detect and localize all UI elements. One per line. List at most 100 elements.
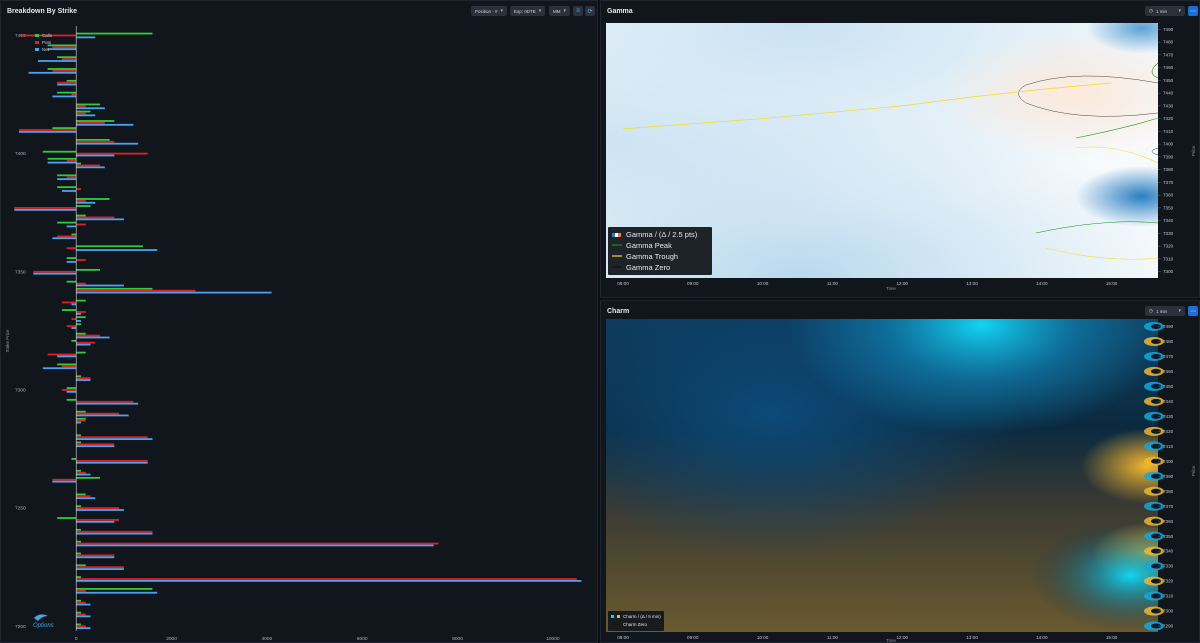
charm-panel: Charm ◷ 1 min ▾ ⋯ 7490 7480 7470 7460 74…: [600, 300, 1200, 643]
legend-label-trough: Gamma Trough: [626, 252, 678, 261]
bar-net: [61, 190, 77, 192]
bar-net: [76, 421, 81, 424]
bar-calls: [76, 245, 143, 248]
bar-calls: [57, 363, 77, 366]
bar-net: [57, 355, 77, 358]
bar-calls: [76, 441, 81, 444]
bar-calls: [76, 599, 81, 602]
y-tick-label: 7300: [1163, 269, 1174, 274]
bar-puts: [76, 459, 148, 462]
y-tick-label: 7320: [1163, 244, 1174, 249]
bar-puts: [76, 377, 91, 380]
bar-net: [71, 303, 77, 306]
bar-net: [33, 272, 77, 275]
bar-net: [57, 178, 77, 181]
bar-net: [52, 237, 77, 240]
bar-puts: [76, 542, 439, 545]
bar-net: [76, 473, 91, 476]
bar-puts: [76, 121, 105, 124]
x-tick-label: 14:00: [1036, 281, 1048, 286]
y-tick-label: 7330: [1163, 564, 1174, 569]
bar-net: [47, 48, 77, 51]
bar-calls: [76, 417, 86, 420]
bar-net: [76, 627, 91, 630]
bar-net: [52, 95, 77, 98]
legend-swatch-calls: [35, 34, 39, 37]
x-tick-label: 8000: [452, 636, 463, 642]
bar-calls: [47, 44, 77, 47]
bar-calls: [76, 332, 86, 335]
bar-calls: [76, 351, 86, 354]
y-tick-label: 7360: [1163, 193, 1174, 198]
bar-puts: [76, 436, 148, 439]
bar-puts: [14, 207, 77, 209]
bar-puts: [76, 578, 577, 580]
bar-calls: [76, 528, 81, 531]
bar-net: [76, 291, 272, 294]
bar-calls: [76, 198, 110, 200]
bar-calls: [76, 623, 81, 626]
bar-calls: [66, 387, 77, 389]
logo-text: Options: [33, 623, 54, 629]
bar-net: [76, 166, 105, 169]
bar-puts: [76, 140, 115, 143]
bar-calls: [47, 157, 77, 160]
y-tick-label: 7460: [1163, 369, 1174, 374]
bar-net: [76, 520, 115, 523]
y-tick-label: 7470: [1163, 52, 1174, 57]
bar-puts: [52, 478, 77, 481]
y-tick-label: 7310: [1163, 256, 1174, 261]
bar-net: [76, 509, 124, 511]
x-tick-label: 14:00: [1036, 635, 1048, 640]
bar-calls: [76, 316, 86, 319]
bar-net: [76, 445, 115, 448]
x-tick-label: 08:00: [617, 281, 629, 286]
bar-puts: [19, 129, 77, 131]
y-tick-label: 7360: [1163, 519, 1174, 524]
y-tick-label: 7340: [1163, 549, 1174, 554]
bar-net: [76, 556, 115, 559]
x-tick-label: 11:00: [827, 281, 839, 286]
x-axis-label: Time: [886, 638, 896, 643]
bar-calls: [76, 588, 153, 590]
bar-calls: [76, 375, 81, 378]
bar-calls: [76, 162, 81, 165]
bar-calls: [76, 434, 81, 437]
legend-label-charm-zero: Charm Zero: [623, 622, 648, 627]
bar-calls: [57, 91, 77, 94]
bar-net: [76, 154, 115, 157]
bar-net: [76, 218, 124, 221]
x-tick-label: 13:00: [966, 281, 978, 286]
y-tick-label: 7430: [1163, 103, 1174, 108]
gamma-legend: Gamma / (Δ / 2.5 pts) Gamma Peak Gamma T…: [608, 227, 712, 275]
bar-calls: [57, 186, 77, 189]
dashboard: Breakdown By Strike Position - # ▾ Exp: …: [0, 0, 1200, 643]
bar-net: [28, 71, 77, 74]
bar-puts: [47, 353, 77, 356]
bar-calls: [57, 221, 77, 224]
y-tick-label: 7400: [1163, 459, 1174, 464]
y-tick-label: 7400: [15, 151, 26, 157]
bar-puts: [76, 223, 86, 226]
bar-puts: [52, 70, 77, 72]
bar-calls: [76, 552, 81, 555]
y-tick-label: 7450: [1163, 78, 1174, 83]
bar-calls: [57, 517, 77, 519]
x-tick-label: 10000: [546, 636, 560, 642]
bar-calls: [66, 280, 77, 283]
y-tick-label: 7370: [1163, 504, 1174, 509]
bar-net: [57, 83, 77, 86]
options-logo: Options: [33, 614, 54, 629]
y-tick-label: 7390: [1163, 474, 1174, 479]
bar-calls: [76, 469, 81, 472]
y-tick-label: 7320: [1163, 579, 1174, 584]
legend-swatch-puts: [35, 41, 39, 44]
x-tick-label: 09:00: [687, 635, 699, 640]
bar-net: [76, 312, 81, 315]
bar-net: [76, 438, 153, 441]
bar-puts: [76, 216, 115, 219]
bar-net: [76, 379, 91, 381]
bar-puts: [76, 443, 115, 446]
bar-net: [76, 615, 91, 618]
y-tick-label: 7480: [1163, 339, 1174, 344]
